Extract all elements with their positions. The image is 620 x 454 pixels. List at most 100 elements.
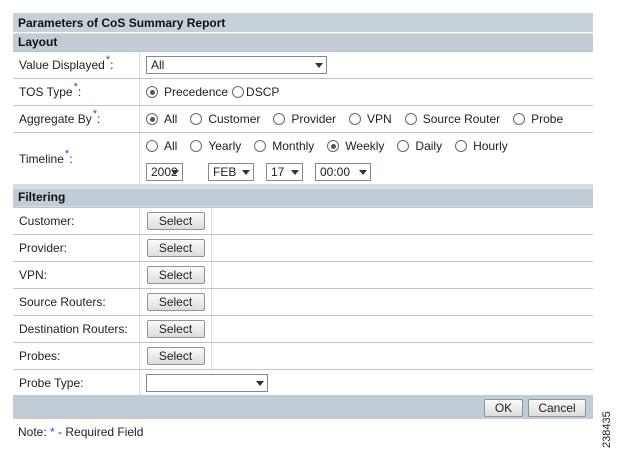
timeline-option-yearly[interactable]: Yearly — [190, 139, 241, 153]
select-destination-routers-button[interactable]: Select — [146, 320, 205, 338]
required-marker: * — [92, 108, 97, 120]
select-provider-button[interactable]: Select — [146, 239, 205, 257]
timeline-option-hourly[interactable]: Hourly — [455, 139, 508, 153]
aggregate-option-customer[interactable]: Customer — [190, 112, 260, 126]
filtering-section-header: Filtering — [13, 189, 593, 206]
timeline-option-monthly[interactable]: Monthly — [254, 139, 314, 153]
chevron-down-icon — [291, 170, 299, 175]
radio-icon[interactable] — [190, 113, 203, 125]
timeline-option-label: Daily — [415, 139, 443, 153]
timeline-cell: All Yearly Monthly Weekly Daily Hourly 2… — [140, 133, 593, 184]
filter-label: Destination Routers: — [13, 316, 139, 342]
tos-option-label: DSCP — [246, 85, 280, 99]
timeline-options: All Yearly Monthly Weekly Daily Hourly — [146, 133, 508, 159]
required-marker: * — [64, 147, 70, 160]
aggregate-by-row: Aggregate By *: All Customer Provider VPN… — [13, 105, 593, 132]
filter-label: Source Routers: — [13, 289, 139, 315]
radio-selected-icon[interactable] — [146, 113, 158, 125]
aggregate-by-label-text: Aggregate By — [19, 112, 92, 126]
probe-type-label: Probe Type: — [13, 370, 139, 395]
radio-icon[interactable] — [146, 140, 158, 152]
figure-id: 238435 — [601, 411, 613, 448]
radio-icon[interactable] — [513, 113, 526, 125]
timeline-option-label: All — [164, 139, 178, 153]
select-vpn-button[interactable]: Select — [146, 266, 205, 284]
value-displayed-label-text: Value Displayed — [19, 58, 105, 72]
aggregate-option-label: Provider — [291, 112, 337, 126]
filter-value-cell — [212, 262, 593, 288]
timeline-option-all[interactable]: All — [146, 139, 177, 153]
cancel-button[interactable]: Cancel — [528, 399, 586, 417]
timeline-row: Timeline *: All Yearly Monthly Weekly Dai… — [13, 132, 593, 184]
aggregate-option-all[interactable]: All — [146, 112, 177, 126]
timeline-option-weekly[interactable]: Weekly — [327, 139, 384, 153]
radio-icon[interactable] — [404, 113, 417, 125]
filter-row-probes: Probes: Select — [13, 342, 593, 369]
probe-type-select[interactable] — [146, 373, 268, 392]
filter-row-vpn: VPN: Select — [13, 261, 593, 288]
time-select[interactable]: 00:00 — [315, 163, 371, 181]
tos-option-dscp[interactable]: DSCP — [232, 85, 279, 99]
radio-icon[interactable] — [455, 140, 468, 152]
radio-selected-icon[interactable] — [327, 140, 340, 152]
probe-type-cell — [140, 370, 593, 395]
ok-button[interactable]: OK — [484, 399, 523, 417]
radio-icon[interactable] — [273, 113, 286, 125]
timeline-label-suffix: : — [69, 151, 73, 166]
month-select[interactable]: FEB — [208, 163, 254, 181]
aggregate-option-probe[interactable]: Probe — [513, 112, 563, 126]
filter-row-destination-routers: Destination Routers: Select — [13, 315, 593, 342]
timeline-label: Timeline *: — [13, 133, 139, 184]
aggregate-option-label: Probe — [531, 112, 564, 126]
filter-label: Customer: — [13, 208, 139, 234]
time-select-value: 00:00 — [320, 165, 351, 179]
filter-button-cell: Select — [140, 208, 211, 234]
filter-value-cell — [212, 343, 593, 369]
aggregate-option-label: VPN — [367, 112, 392, 126]
tos-option-precedence[interactable]: Precedence — [146, 85, 228, 99]
timeline-label-text: Timeline — [19, 151, 64, 166]
filter-button-cell: Select — [140, 316, 211, 342]
aggregate-option-vpn[interactable]: VPN — [349, 112, 392, 126]
radio-icon[interactable] — [254, 140, 267, 152]
timeline-option-label: Hourly — [473, 139, 508, 153]
month-select-value: FEB — [213, 165, 237, 179]
day-select[interactable]: 17 — [266, 163, 303, 181]
filter-row-provider: Provider: Select — [13, 234, 593, 261]
radio-icon[interactable] — [349, 113, 362, 125]
value-displayed-select[interactable]: All — [146, 56, 327, 74]
timeline-option-label: Monthly — [272, 139, 315, 153]
aggregate-option-provider[interactable]: Provider — [273, 112, 336, 126]
filter-value-cell — [212, 289, 593, 315]
radio-icon[interactable] — [232, 86, 245, 98]
aggregate-option-label: Source Router — [422, 112, 501, 126]
tos-option-label: Precedence — [164, 85, 229, 99]
tos-type-row: TOS Type *: Precedence DSCP — [13, 78, 593, 105]
filter-label: Provider: — [13, 235, 139, 261]
required-marker: * — [73, 81, 78, 93]
year-select[interactable]: 2002 — [146, 163, 183, 181]
aggregate-option-source-router[interactable]: Source Router — [404, 112, 501, 126]
timeline-date-selectors: 2002 FEB 17 00:00 — [146, 159, 371, 185]
tos-type-label-text: TOS Type — [19, 85, 73, 99]
select-source-routers-button[interactable]: Select — [146, 293, 205, 311]
action-bar: OK Cancel — [13, 395, 593, 419]
radio-icon[interactable] — [397, 140, 410, 152]
timeline-option-daily[interactable]: Daily — [397, 139, 442, 153]
radio-selected-icon[interactable] — [146, 86, 158, 98]
report-parameters-panel: Parameters of CoS Summary Report Layout … — [13, 13, 593, 419]
radio-icon[interactable] — [190, 140, 203, 152]
value-displayed-select-value: All — [151, 58, 165, 72]
filter-value-cell — [212, 316, 593, 342]
select-probes-button[interactable]: Select — [146, 347, 205, 365]
value-displayed-label: Value Displayed *: — [13, 52, 139, 78]
required-marker: * — [105, 54, 111, 66]
note-text: - Required Field — [54, 425, 144, 439]
select-customer-button[interactable]: Select — [146, 212, 205, 230]
aggregate-by-label-suffix: : — [97, 112, 101, 126]
required-field-note: Note: * - Required Field — [18, 425, 143, 439]
filter-value-cell — [212, 235, 593, 261]
filter-row-source-routers: Source Routers: Select — [13, 288, 593, 315]
filter-label: Probes: — [13, 343, 139, 369]
filter-button-cell: Select — [140, 289, 211, 315]
